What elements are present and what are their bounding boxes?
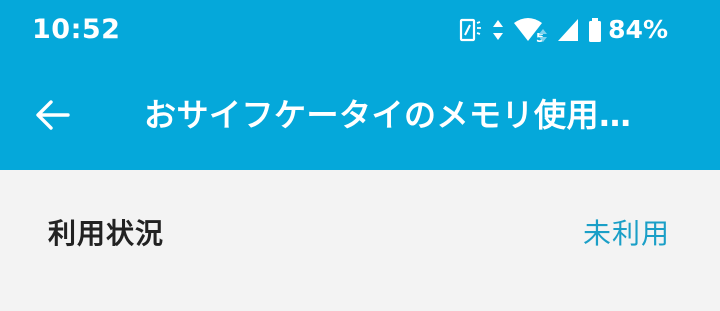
usage-status-label: 利用状況 — [48, 217, 165, 250]
signal-icon — [556, 17, 580, 43]
status-time: 10:52 — [32, 14, 121, 45]
arrow-left-icon — [36, 100, 70, 130]
usage-status-value: 未利用 — [582, 217, 670, 250]
data-arrows-icon — [492, 18, 504, 42]
battery-percent: 84% — [608, 15, 668, 44]
page-title: おサイフケータイのメモリ使用… — [144, 96, 632, 134]
status-icons: 5 84% — [458, 14, 668, 46]
screen: 10:52 5 — [0, 0, 720, 311]
battery-icon — [588, 17, 602, 43]
content: 利用状況 未利用 — [0, 170, 720, 311]
usage-status-row[interactable]: 利用状況 未利用 — [0, 170, 720, 300]
back-button[interactable] — [26, 89, 78, 141]
nfc-icon — [458, 17, 484, 43]
wifi-icon: 5 — [512, 17, 548, 43]
app-bar: おサイフケータイのメモリ使用… — [0, 60, 720, 170]
status-bar: 10:52 5 — [0, 0, 720, 60]
